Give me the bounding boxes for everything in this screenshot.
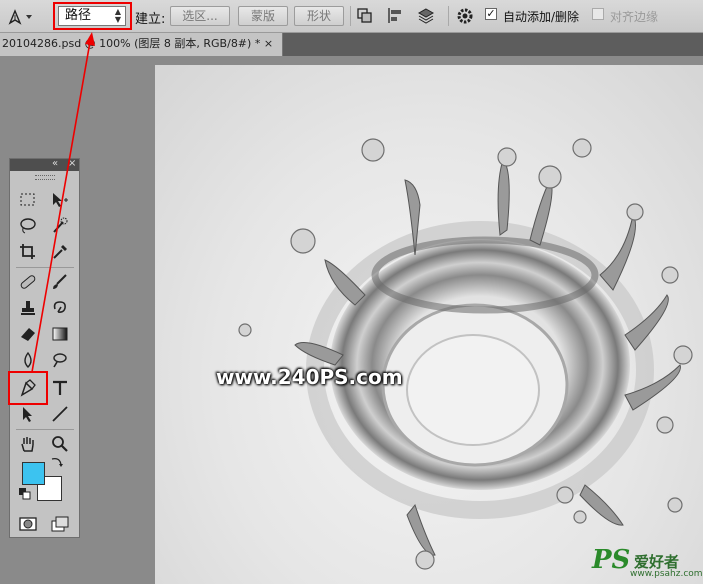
tools-divider	[16, 429, 74, 430]
dodge-tool[interactable]	[48, 349, 72, 371]
logo-url: www.psahz.com	[630, 569, 703, 579]
default-colors-icon	[19, 488, 31, 500]
path-arrangement-button[interactable]	[416, 7, 435, 25]
line-icon	[52, 406, 68, 422]
align-edges-label: 对齐边缘	[610, 10, 659, 24]
separator	[350, 6, 351, 26]
gradient-icon	[52, 327, 68, 341]
foreground-color-swatch[interactable]	[22, 462, 45, 485]
make-selection-button[interactable]: 选区...	[170, 6, 230, 26]
move-tool[interactable]	[48, 189, 72, 211]
panel-grip[interactable]	[35, 175, 55, 180]
move-icon	[53, 193, 68, 207]
crop-icon	[20, 244, 35, 259]
path-alignment-icon	[388, 8, 401, 23]
dodge-icon	[53, 353, 67, 368]
eraser-tool[interactable]	[16, 323, 40, 345]
logo-ps: PS	[592, 545, 631, 575]
blur-tool[interactable]	[16, 349, 40, 371]
type-tool[interactable]	[48, 377, 72, 399]
default-colors-button[interactable]	[18, 487, 32, 501]
make-shape-button[interactable]: 形状	[294, 6, 344, 26]
pen-tool-icon	[8, 9, 32, 25]
quick-selection-icon	[53, 217, 68, 233]
marquee-tool[interactable]	[16, 189, 40, 211]
tool-preset-picker[interactable]	[6, 6, 36, 26]
quick-mask-icon	[19, 517, 37, 531]
screen-mode-button[interactable]	[48, 513, 72, 535]
path-operations-icon	[357, 8, 372, 23]
zoom-tool[interactable]	[48, 433, 72, 455]
close-tab-icon[interactable]: ×	[264, 37, 273, 50]
separator	[448, 6, 449, 26]
close-panel-icon[interactable]: ×	[68, 158, 76, 169]
make-label: 建立:	[135, 12, 166, 27]
path-selection-icon	[23, 407, 32, 422]
lasso-tool[interactable]	[16, 215, 40, 237]
spot-healing-tool[interactable]	[16, 271, 40, 293]
brush-tool[interactable]	[48, 271, 72, 293]
hand-tool[interactable]	[16, 433, 40, 455]
gear-icon	[457, 8, 473, 24]
document-title: 20104286.psd @ 100% (图层 8 副本, RGB/8#) *	[2, 37, 261, 50]
crop-tool[interactable]	[16, 241, 40, 263]
make-mask-button[interactable]: 蒙版	[238, 6, 288, 26]
hand-icon	[21, 437, 34, 452]
settings-button[interactable]	[456, 7, 474, 25]
eyedropper-tool[interactable]	[48, 241, 72, 263]
swap-arrows-icon	[51, 457, 63, 467]
collapse-icon[interactable]: «	[52, 158, 58, 169]
tools-divider	[16, 267, 74, 268]
blur-icon	[24, 351, 32, 368]
align-edges-checkbox[interactable]	[592, 8, 604, 20]
tool-mode-highlight	[53, 2, 132, 30]
stamp-icon	[21, 301, 35, 315]
document-tab[interactable]: 20104286.psd @ 100% (图层 8 副本, RGB/8#) * …	[0, 33, 283, 56]
path-alignment-button[interactable]	[386, 7, 404, 25]
path-arrangement-icon	[417, 8, 435, 24]
line-tool[interactable]	[48, 403, 72, 425]
pen-tool-highlight	[8, 371, 48, 405]
zoom-icon	[52, 436, 68, 452]
history-brush-icon	[53, 301, 66, 313]
auto-add-delete-checkbox[interactable]: ✓	[485, 8, 497, 20]
quick-selection-tool[interactable]	[48, 215, 72, 237]
clone-stamp-tool[interactable]	[16, 297, 40, 319]
screen-mode-icon	[51, 516, 69, 532]
tools-panel: « ×	[8, 158, 80, 538]
auto-add-delete-label: 自动添加/删除	[503, 10, 580, 24]
marquee-icon	[20, 193, 35, 206]
path-selection-tool[interactable]	[16, 403, 40, 425]
eyedropper-icon	[53, 245, 67, 259]
history-brush-tool[interactable]	[48, 297, 72, 319]
site-watermark: www.240PS.com	[216, 365, 403, 389]
brush-icon	[53, 274, 67, 289]
document-tab-bar: 20104286.psd @ 100% (图层 8 副本, RGB/8#) * …	[0, 33, 703, 56]
gradient-tool[interactable]	[48, 323, 72, 345]
eraser-icon	[21, 328, 35, 341]
water-splash-image	[238, 138, 693, 570]
type-icon	[53, 380, 67, 395]
options-bar: 路径 ▲ ▼ 建立: 选区... 蒙版 形状 ✓ 自动添加/删除 对齐边缘	[0, 0, 703, 33]
lasso-icon	[20, 218, 36, 234]
tools-panel-header[interactable]: « ×	[10, 158, 79, 171]
bandage-icon	[20, 275, 36, 289]
quick-mask-button[interactable]	[16, 513, 40, 535]
document-canvas[interactable]	[155, 65, 703, 584]
swap-colors-button[interactable]	[50, 455, 66, 471]
path-operations-button[interactable]	[356, 7, 374, 25]
